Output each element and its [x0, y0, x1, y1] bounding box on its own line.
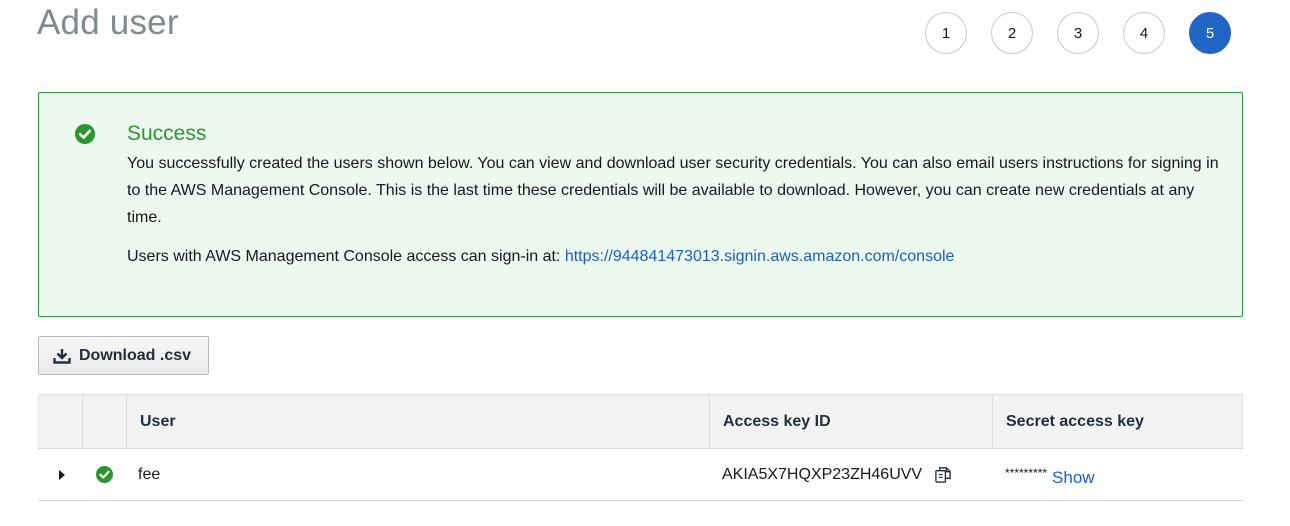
- signin-message: Users with AWS Management Console access…: [127, 248, 954, 266]
- signin-prefix: Users with AWS Management Console access…: [127, 248, 565, 265]
- download-icon: [53, 348, 71, 364]
- download-csv-button[interactable]: Download .csv: [38, 336, 210, 375]
- header-access-key-id[interactable]: Access key ID: [709, 395, 992, 448]
- step-3-button[interactable]: 3: [1057, 12, 1099, 54]
- table-header: User Access key ID Secret access key: [38, 394, 1243, 449]
- signin-url-link[interactable]: https://944841473013.signin.aws.amazon.c…: [565, 248, 955, 265]
- wizard-steps: 1 2 3 4 5: [925, 12, 1231, 54]
- status-cell: [82, 449, 126, 500]
- table-row: fee AKIA5X7HQXP23ZH46UVV ********* Show: [38, 449, 1243, 501]
- header-expand: [38, 395, 82, 448]
- alert-title: Success: [127, 122, 207, 145]
- check-circle-icon: [75, 124, 95, 144]
- page-title: Add user: [37, 3, 179, 42]
- step-4-button[interactable]: 4: [1123, 12, 1165, 54]
- check-circle-icon: [95, 466, 113, 483]
- users-table: User Access key ID Secret access key fee…: [38, 394, 1243, 501]
- copy-icon[interactable]: [934, 465, 953, 484]
- alert-message: You successfully created the users shown…: [127, 155, 1219, 226]
- secret-key-cell: ********* Show: [992, 449, 1243, 500]
- access-key-cell: AKIA5X7HQXP23ZH46UVV: [709, 449, 992, 500]
- success-alert: Success You successfully created the use…: [38, 92, 1243, 317]
- access-key-id-value: AKIA5X7HQXP23ZH46UVV: [722, 465, 923, 483]
- download-csv-label: Download .csv: [79, 346, 192, 364]
- step-1-button[interactable]: 1: [925, 12, 967, 54]
- expand-caret-icon[interactable]: [59, 469, 65, 480]
- step-2-button[interactable]: 2: [991, 12, 1033, 54]
- header-user[interactable]: User: [126, 395, 709, 448]
- add-user-page: Add user 1 2 3 4 5 Success You successfu…: [0, 0, 1290, 526]
- header-status: [82, 395, 126, 448]
- header-secret-access-key[interactable]: Secret access key: [992, 395, 1243, 448]
- show-secret-link[interactable]: Show: [1052, 468, 1095, 488]
- secret-masked-value: *********: [1005, 465, 1048, 480]
- step-5-button-active[interactable]: 5: [1189, 12, 1231, 54]
- user-cell: fee: [138, 465, 161, 483]
- expand-cell: [38, 449, 82, 500]
